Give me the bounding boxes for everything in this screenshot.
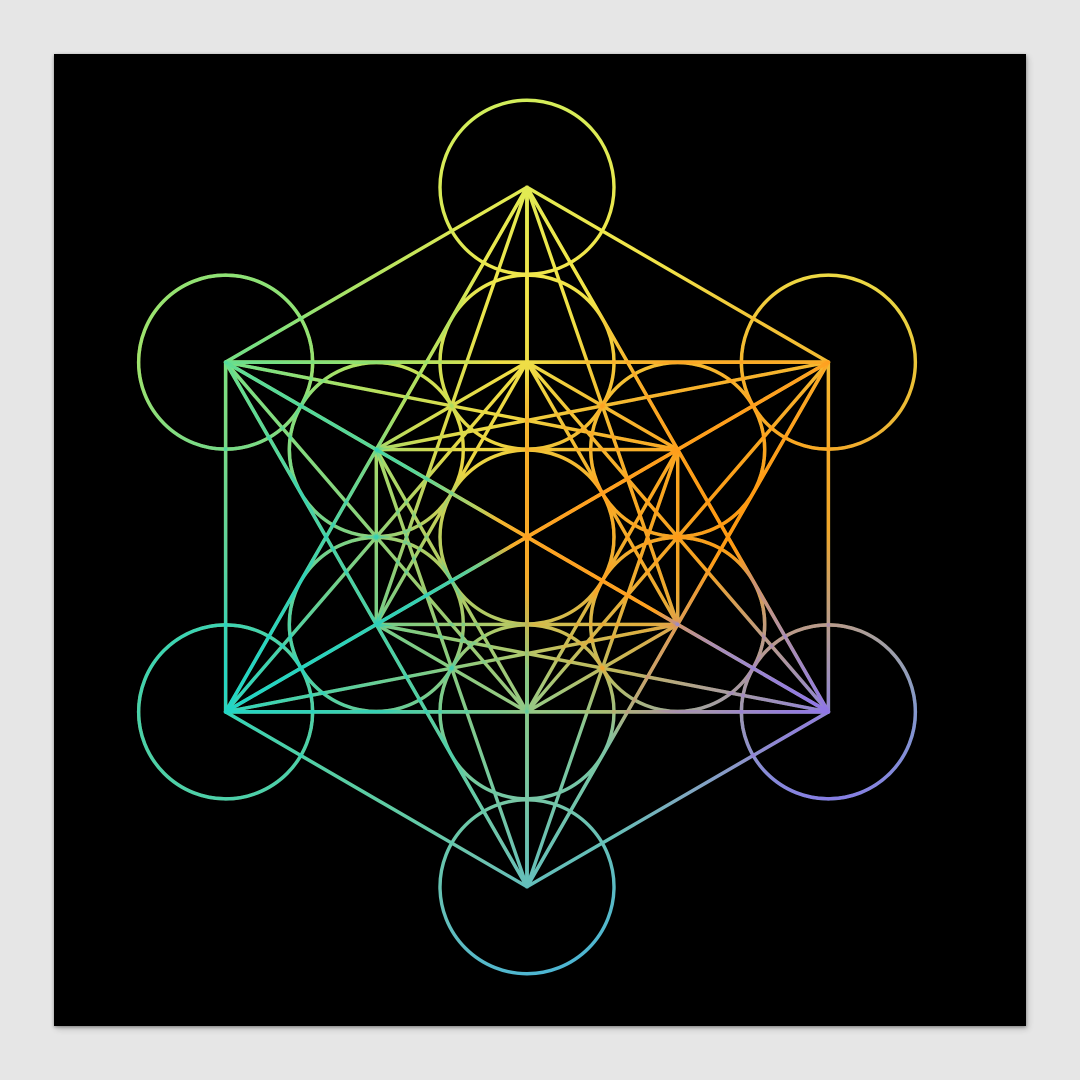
metatrons-cube-artwork (136, 98, 918, 976)
pattern-violet-tint-layer (136, 98, 918, 976)
